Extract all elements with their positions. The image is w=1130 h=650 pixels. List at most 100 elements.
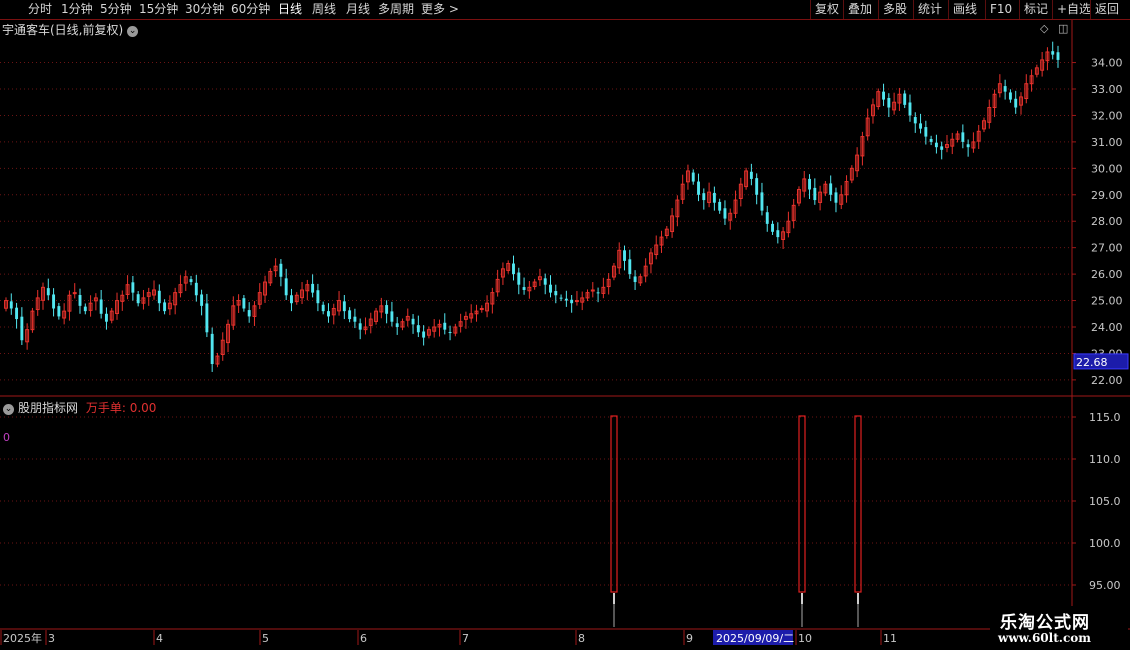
period-toolbar: 分时 1分钟 5分钟 15分钟 30分钟 60分钟 日线 周线 月线 多周期 更多 > 复权 叠加 多股统… [0, 0, 1130, 20]
period-tab-10[interactable]: 更多 > [421, 1, 459, 18]
indicator-series-label: 万手单: [85, 401, 126, 415]
candle-down [628, 259, 632, 275]
candle-down [829, 183, 833, 195]
price-axis-label: 27.00 [1091, 242, 1123, 255]
price-axis-label: 31.00 [1091, 136, 1123, 149]
price-axis-label: 22.00 [1091, 374, 1123, 387]
candle-down [554, 291, 558, 296]
candle-down [290, 295, 293, 304]
candle-down [522, 287, 526, 290]
candle-down [157, 290, 161, 304]
candle-down [210, 333, 214, 365]
indicator-signal-bar [610, 415, 618, 593]
candle-down [702, 193, 706, 201]
candle-down [46, 288, 50, 296]
indicator-axis-label: 115.0 [1089, 411, 1121, 424]
candle-down [549, 284, 552, 293]
candle-down [966, 144, 970, 148]
candle-down [194, 282, 198, 296]
candle-down [776, 230, 780, 238]
period-tab-1[interactable]: 1分钟 [61, 1, 93, 18]
indicator-axis-label: 105.0 [1089, 495, 1121, 508]
indicator-signal-tail-dark [801, 604, 803, 627]
indicator-signal-bar [798, 415, 806, 593]
toolbar-button-3[interactable]: 统计 [918, 1, 942, 18]
date-axis-label: 11 [883, 632, 897, 645]
candle-down [691, 172, 695, 182]
price-axis-label: 34.00 [1091, 57, 1123, 70]
toolbar-button-5[interactable]: F10 [990, 1, 1012, 18]
candle-down [697, 181, 700, 195]
indicator-signal-tail-light [857, 593, 859, 604]
candle-down [1056, 52, 1060, 60]
candle-down [512, 263, 515, 275]
toolbar-button-2[interactable]: 多股 [883, 1, 907, 18]
period-tab-6[interactable]: 日线 [278, 1, 302, 18]
price-chart[interactable]: 34.0033.0032.0031.0030.0029.0028.0027.00… [0, 19, 1130, 649]
toolbar-button-6[interactable]: 标记 [1024, 1, 1048, 18]
period-tab-5[interactable]: 60分钟 [231, 1, 270, 18]
cursor-date-label: 2025/09/09/二 [716, 632, 794, 645]
candle-down [131, 282, 135, 293]
date-axis-label: 9 [686, 632, 693, 645]
candle-down [723, 208, 727, 219]
toolbar-button-1[interactable]: 叠加 [848, 1, 872, 18]
price-axis-label: 26.00 [1091, 268, 1123, 281]
candle-down [808, 178, 811, 190]
indicator-axis-label: 100.0 [1089, 537, 1121, 550]
candle-down [311, 283, 315, 293]
indicator-zero-label: 0 [3, 431, 10, 444]
candle-down [20, 316, 24, 341]
candle-down [961, 132, 965, 142]
candle-down [358, 323, 362, 330]
date-axis-label: 10 [798, 632, 812, 645]
date-axis-label: 7 [462, 632, 469, 645]
candle-down [596, 292, 600, 294]
price-axis-label: 25.00 [1091, 295, 1123, 308]
candle-down [78, 295, 82, 306]
candle-down [934, 142, 938, 148]
indicator-axis-label: 110.0 [1089, 453, 1121, 466]
candle-down [1051, 51, 1055, 55]
candle-down [559, 297, 563, 299]
candle-down [83, 306, 87, 312]
toolbar-button-4[interactable]: 画线 [953, 1, 977, 18]
candle-down [321, 304, 325, 312]
period-tab-7[interactable]: 周线 [312, 1, 336, 18]
current-price-label: 22.68 [1076, 356, 1108, 369]
candle-down [448, 332, 452, 334]
candle-down [834, 192, 838, 203]
candle-down [316, 290, 320, 304]
indicator-signal-tail-dark [857, 604, 859, 627]
period-tab-2[interactable]: 5分钟 [100, 1, 132, 18]
date-axis-label: 8 [578, 632, 585, 645]
candle-down [570, 299, 574, 304]
candle-up [574, 300, 579, 303]
candle-down [284, 278, 288, 296]
candle-down [908, 102, 912, 116]
period-tab-0[interactable]: 分时 [28, 1, 52, 18]
candle-down [543, 278, 547, 285]
period-tab-4[interactable]: 30分钟 [185, 1, 224, 18]
candle-down [242, 298, 246, 309]
candle-down [353, 316, 357, 322]
indicator-axis-label: 95.00 [1089, 579, 1121, 592]
candle-down [443, 322, 447, 330]
chevron-down-icon[interactable]: ⌄ [3, 404, 14, 415]
watermark-title: 乐淘公式网 [1000, 613, 1090, 633]
candle-down [99, 299, 103, 314]
candle-down [342, 301, 346, 312]
candle-down [623, 250, 626, 261]
toolbar-button-8[interactable]: 返回 [1095, 1, 1119, 18]
price-axis-label: 28.00 [1091, 215, 1123, 228]
toolbar-button-7[interactable]: +自选 [1057, 1, 1091, 18]
candle-down [390, 311, 394, 322]
candle-down [940, 146, 944, 150]
price-axis-label: 24.00 [1091, 321, 1123, 334]
period-tab-8[interactable]: 月线 [346, 1, 370, 18]
toolbar-button-0[interactable]: 复权 [815, 1, 839, 18]
candle-down [385, 305, 389, 314]
candle-down [1008, 92, 1012, 100]
period-tab-9[interactable]: 多周期 [378, 1, 414, 18]
period-tab-3[interactable]: 15分钟 [139, 1, 178, 18]
